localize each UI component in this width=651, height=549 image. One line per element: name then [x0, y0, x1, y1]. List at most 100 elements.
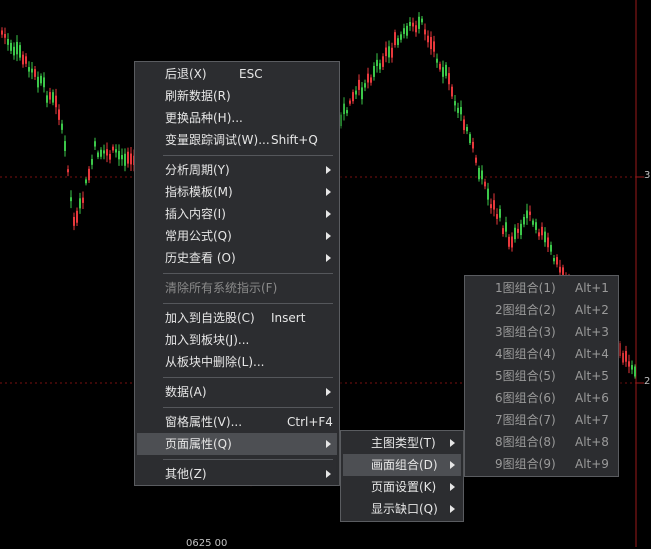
- menu-separator: [163, 155, 333, 156]
- candle-body: [103, 150, 105, 154]
- submenu-arrow-icon: [450, 461, 455, 469]
- candle-body: [97, 152, 99, 158]
- menu-item-page-props[interactable]: 页面属性(Q): [137, 433, 337, 455]
- shortcut-label: Shift+Q: [271, 133, 318, 147]
- menu-item-variable-trace[interactable]: 变量跟踪调试(W)... Shift+Q: [137, 129, 337, 151]
- submenu-arrow-icon: [450, 483, 455, 491]
- menu-separator: [163, 273, 333, 274]
- menu-item-layout-5[interactable]: 5图组合(5) Alt+5: [467, 365, 616, 387]
- menu-item-layout-8[interactable]: 8图组合(8) Alt+8: [467, 431, 616, 453]
- menu-item-label: 加入到板块(J)...: [165, 333, 250, 347]
- candle-body: [19, 45, 21, 58]
- candle-body: [385, 47, 387, 57]
- candle-body: [124, 153, 126, 166]
- candle-body: [100, 149, 102, 157]
- candle-body: [403, 28, 405, 34]
- candle-body: [58, 109, 60, 120]
- shortcut-label: Alt+1: [575, 281, 609, 295]
- menu-item-label: 从板块中删除(L)...: [165, 355, 265, 369]
- menu-item-other[interactable]: 其他(Z): [137, 463, 337, 485]
- candle-body: [400, 34, 402, 40]
- context-menu: 后退(X) ESC 刷新数据(R) 更换品种(H)... 变量跟踪调试(W)...…: [134, 61, 340, 486]
- candle-body: [25, 56, 27, 64]
- menu-item-label: 显示缺口(Q): [371, 502, 438, 516]
- shortcut-label: Insert: [271, 311, 306, 325]
- menu-item-label: 插入内容(I): [165, 207, 226, 221]
- candle-body: [490, 204, 492, 209]
- shortcut-label: Alt+5: [575, 369, 609, 383]
- candle-body: [346, 110, 348, 114]
- shortcut-label: Alt+3: [575, 325, 609, 339]
- menu-item-label: 1图组合(1): [495, 281, 556, 295]
- menu-item-insert-content[interactable]: 插入内容(I): [137, 203, 337, 225]
- submenu-arrow-icon: [326, 254, 331, 262]
- shortcut-label: Alt+8: [575, 435, 609, 449]
- candle-body: [391, 47, 393, 58]
- menu-item-label: 常用公式(Q): [165, 229, 232, 243]
- menu-item-label: 8图组合(8): [495, 435, 556, 449]
- menu-item-add-sector[interactable]: 加入到板块(J)...: [137, 329, 337, 351]
- candle-body: [505, 222, 507, 232]
- menu-separator: [163, 377, 333, 378]
- menu-item-label: 画面组合(D): [371, 458, 438, 472]
- candle-body: [406, 25, 408, 36]
- submenu-arrow-icon: [450, 505, 455, 513]
- candle-body: [127, 151, 129, 164]
- menu-item-layout-7[interactable]: 7图组合(7) Alt+7: [467, 409, 616, 431]
- menu-item-layout-3[interactable]: 3图组合(3) Alt+3: [467, 321, 616, 343]
- menu-item-label: 更换品种(H)...: [165, 111, 243, 125]
- shortcut-label: ESC: [239, 67, 263, 81]
- candle-body: [94, 141, 96, 147]
- menu-item-screen-layout[interactable]: 画面组合(D): [343, 454, 461, 476]
- submenu-arrow-icon: [326, 388, 331, 396]
- candle-body: [22, 54, 24, 65]
- menu-item-page-setup[interactable]: 页面设置(K): [343, 476, 461, 498]
- menu-item-main-chart-type[interactable]: 主图类型(T): [343, 432, 461, 454]
- shortcut-label: Alt+4: [575, 347, 609, 361]
- menu-separator: [163, 459, 333, 460]
- menu-item-common-formula[interactable]: 常用公式(Q): [137, 225, 337, 247]
- candle-body: [343, 103, 345, 115]
- menu-item-pane-props[interactable]: 窗格属性(V)... Ctrl+F4: [137, 411, 337, 433]
- menu-item-layout-2[interactable]: 2图组合(2) Alt+2: [467, 299, 616, 321]
- menu-item-layout-9[interactable]: 9图组合(9) Alt+9: [467, 453, 616, 475]
- menu-item-layout-6[interactable]: 6图组合(6) Alt+6: [467, 387, 616, 409]
- candle-body: [40, 75, 42, 84]
- candle-body: [424, 29, 426, 35]
- layout-submenu: 1图组合(1) Alt+1 2图组合(2) Alt+2 3图组合(3) Alt+3 4…: [464, 275, 619, 477]
- menu-item-add-watchlist[interactable]: 加入到自选股(C) Insert: [137, 307, 337, 329]
- candle-body: [463, 119, 465, 131]
- submenu-arrow-icon: [326, 166, 331, 174]
- menu-item-layout-1[interactable]: 1图组合(1) Alt+1: [467, 277, 616, 299]
- menu-item-data[interactable]: 数据(A): [137, 381, 337, 403]
- candle-body: [472, 141, 474, 149]
- candle-body: [499, 208, 501, 218]
- candle-body: [478, 167, 480, 180]
- candle-body: [352, 92, 354, 102]
- menu-item-label: 9图组合(9): [495, 457, 556, 471]
- menu-item-change-symbol[interactable]: 更换品种(H)...: [137, 107, 337, 129]
- menu-item-label: 页面设置(K): [371, 480, 437, 494]
- candle-body: [91, 159, 93, 165]
- candle-body: [79, 198, 81, 209]
- menu-item-show-gap[interactable]: 显示缺口(Q): [343, 498, 461, 520]
- candle-body: [28, 67, 30, 72]
- menu-item-remove-sector[interactable]: 从板块中删除(L)...: [137, 351, 337, 373]
- menu-item-label: 清除所有系统指示(F): [165, 281, 278, 295]
- candle-body: [541, 226, 543, 236]
- menu-item-refresh[interactable]: 刷新数据(R): [137, 85, 337, 107]
- menu-item-layout-4[interactable]: 4图组合(4) Alt+4: [467, 343, 616, 365]
- menu-item-period[interactable]: 分析周期(Y): [137, 159, 337, 181]
- candle-body: [31, 68, 33, 73]
- menu-item-indicator-template[interactable]: 指标模板(M): [137, 181, 337, 203]
- candle-body: [442, 67, 444, 77]
- candle-body: [76, 210, 78, 223]
- menu-item-back[interactable]: 后退(X) ESC: [137, 63, 337, 85]
- candle-body: [67, 169, 69, 173]
- candle-body: [502, 228, 504, 235]
- candle-body: [412, 22, 414, 27]
- menu-item-history-view[interactable]: 历史查看 (O): [137, 247, 337, 269]
- menu-item-label: 后退(X): [165, 67, 207, 81]
- candle-body: [460, 107, 462, 115]
- candle-body: [481, 170, 483, 180]
